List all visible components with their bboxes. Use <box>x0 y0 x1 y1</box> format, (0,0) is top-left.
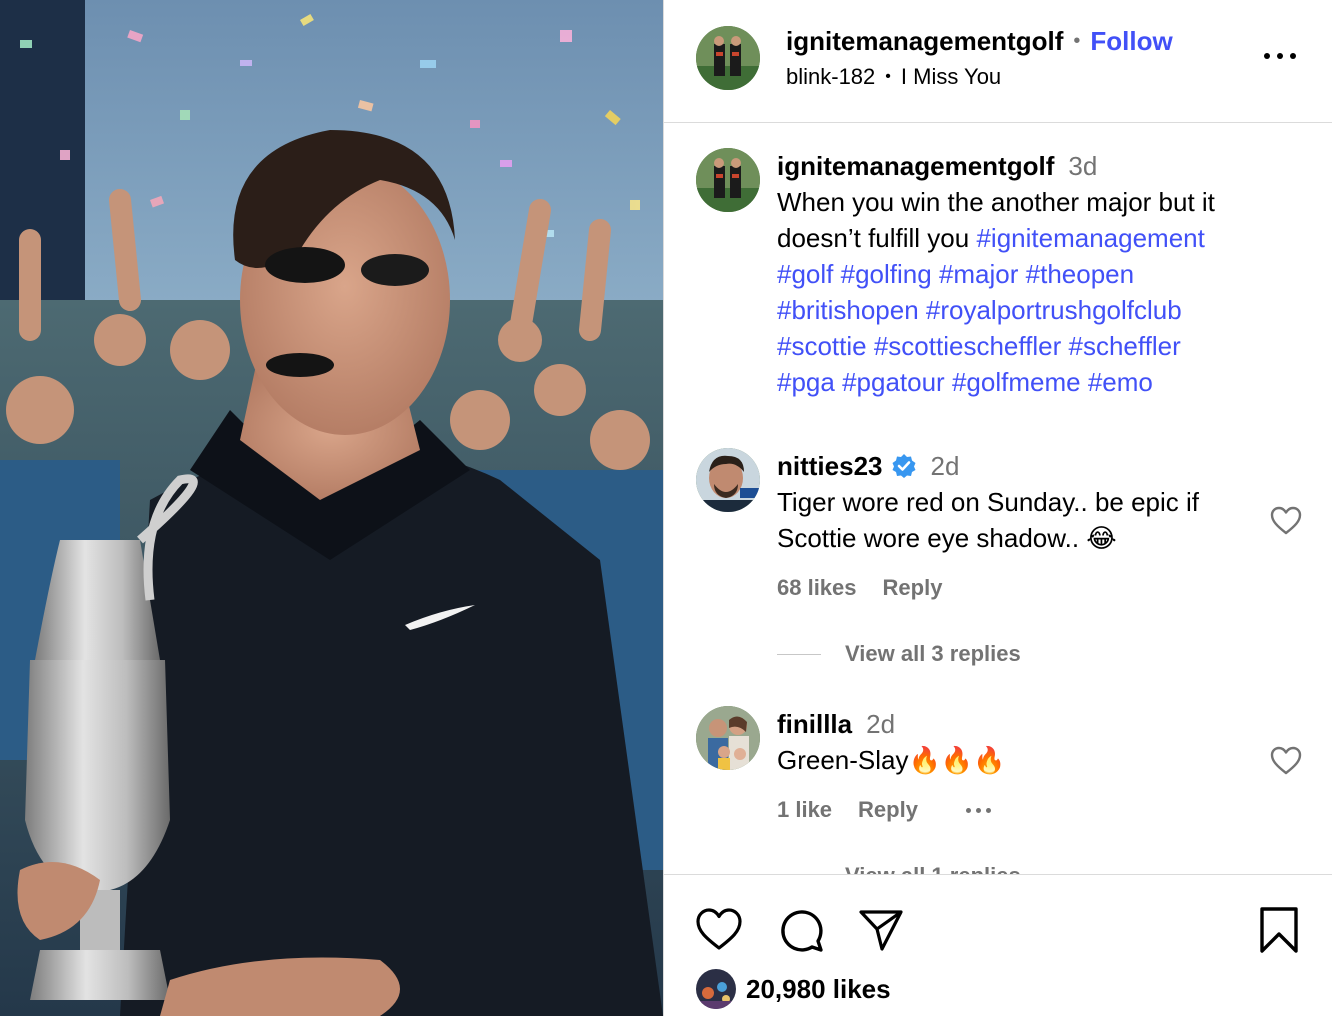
comment-line: Tiger wore red on Sunday.. be epic if <box>777 487 1200 517</box>
reply-button[interactable]: Reply <box>858 797 918 823</box>
comment-like-count[interactable]: 68 likes <box>777 575 857 601</box>
commenter-avatar[interactable] <box>696 706 760 770</box>
post-media[interactable] <box>0 0 663 1016</box>
caption-line: #golf #golfing #major #theopen <box>777 256 1297 292</box>
view-replies-label: View all 3 replies <box>845 641 1021 666</box>
audio-title[interactable]: I Miss You <box>901 64 1001 90</box>
replies-rule <box>777 653 821 655</box>
likes-row[interactable]: 20,980 likes <box>696 969 891 1009</box>
caption-line: When you win the another major but it <box>777 187 1215 217</box>
hashtag-link[interactable]: #pgatour <box>842 367 945 397</box>
comment-text: finillla 2d Green-Slay🔥🔥🔥 <box>777 706 1267 778</box>
caption-text-fragment: doesn’t fulfill you <box>777 223 970 253</box>
hashtag-link[interactable]: #scottie <box>777 331 867 361</box>
hashtag-link[interactable]: #royalportrushgolfclub <box>926 295 1182 325</box>
caption-username[interactable]: ignitemanagementgolf <box>777 151 1054 181</box>
hashtag-link[interactable]: #golfing <box>841 259 932 289</box>
author-avatar[interactable] <box>696 26 760 90</box>
author-username[interactable]: ignitemanagementgolf <box>786 26 1063 57</box>
hashtag-link[interactable]: #britishopen <box>777 295 919 325</box>
caption-line: #pga #pgatour #golfmeme #emo <box>777 364 1297 400</box>
hashtag-link[interactable]: #emo <box>1088 367 1153 397</box>
audio-artist[interactable]: blink-182 <box>786 64 875 90</box>
comment-like-heart-icon[interactable] <box>1269 504 1303 538</box>
share-icon[interactable] <box>856 905 906 955</box>
comment-time[interactable]: 2d <box>931 451 960 481</box>
hashtag-link[interactable]: #golf <box>777 259 833 289</box>
comment-meta: 1 like Reply <box>777 794 991 826</box>
comment-like-heart-icon[interactable] <box>1269 744 1303 778</box>
commenter-avatar[interactable] <box>696 448 760 512</box>
caption-line: doesn’t fulfill you #ignitemanagement <box>777 220 1297 256</box>
more-horizontal-icon[interactable] <box>1260 44 1300 68</box>
comment-line: Scottie wore eye shadow.. 😂 <box>777 523 1117 553</box>
caption-time[interactable]: 3d <box>1068 151 1097 181</box>
hashtag-link[interactable]: #golfmeme <box>952 367 1081 397</box>
post-header: ignitemanagementgolf • Follow blink-182 … <box>664 0 1332 123</box>
likes-count[interactable]: 20,980 likes <box>746 974 891 1005</box>
follow-button[interactable]: Follow <box>1090 26 1172 57</box>
hashtag-link[interactable]: #theopen <box>1026 259 1134 289</box>
reply-button[interactable]: Reply <box>883 575 943 601</box>
caption-author-avatar[interactable] <box>696 148 760 212</box>
comment-icon[interactable] <box>776 905 826 955</box>
verified-badge-icon <box>892 454 915 478</box>
audio-separator: • <box>885 68 891 85</box>
view-replies-button[interactable]: View all 1 replies <box>777 860 1021 874</box>
caption-text: ignitemanagementgolf 3d When you win the … <box>777 148 1297 400</box>
caption-line: #britishopen #royalportrushgolfclub <box>777 292 1297 328</box>
comment-header-line: nitties23 2d <box>777 448 1267 484</box>
caption-line: #scottie #scottiescheffler #scheffler <box>777 328 1297 364</box>
comment-header-line: finillla 2d <box>777 706 1267 742</box>
hashtag-link[interactable]: #scottiescheffler <box>874 331 1061 361</box>
view-replies-label: View all 1 replies <box>845 863 1021 874</box>
bookmark-icon[interactable] <box>1254 905 1304 955</box>
comment-meta: 68 likes Reply <box>777 572 942 604</box>
liker-avatar <box>696 969 736 1009</box>
hashtag-link[interactable]: #major <box>939 259 1018 289</box>
comment-username[interactable]: finillla <box>777 709 852 739</box>
post-actions-bar: 20,980 likes <box>664 874 1332 1016</box>
view-replies-button[interactable]: View all 3 replies <box>777 638 1021 670</box>
comment-time[interactable]: 2d <box>866 709 895 739</box>
comment-username[interactable]: nitties23 <box>777 451 883 481</box>
comment-line: Green-Slay🔥🔥🔥 <box>777 745 1006 775</box>
header-title-row: ignitemanagementgolf • Follow <box>786 24 1173 58</box>
header-separator: • <box>1073 29 1081 52</box>
comments-list[interactable]: ignitemanagementgolf 3d When you win the … <box>664 124 1332 874</box>
comment-like-count[interactable]: 1 like <box>777 797 832 823</box>
post-side-panel: ignitemanagementgolf • Follow blink-182 … <box>664 0 1332 1016</box>
audio-info[interactable]: blink-182 • I Miss You <box>786 62 1001 92</box>
hashtag-link[interactable]: #pga <box>777 367 835 397</box>
hashtag-link[interactable]: #ignitemanagement <box>976 223 1204 253</box>
caption-header-line: ignitemanagementgolf 3d <box>777 148 1297 184</box>
hashtag-link[interactable]: #scheffler <box>1068 331 1180 361</box>
post-image <box>0 0 663 1016</box>
heart-icon[interactable] <box>694 905 744 955</box>
comment-text: nitties23 2d Tiger wore red on Sunday.. b… <box>777 448 1267 556</box>
comment-more-icon[interactable] <box>965 807 991 813</box>
